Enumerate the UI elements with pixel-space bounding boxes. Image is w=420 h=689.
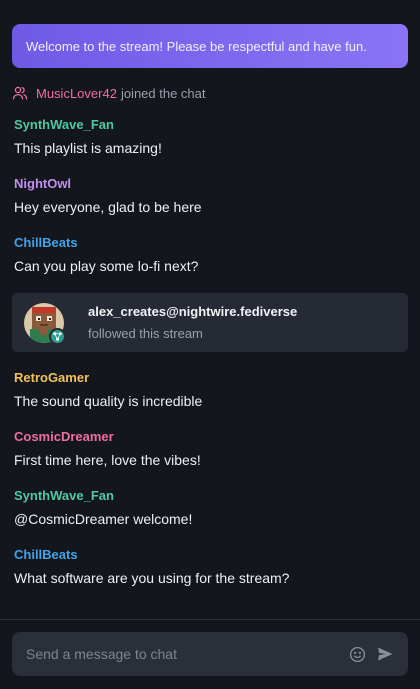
chat-message: ChillBeats What software are you using f… bbox=[12, 547, 408, 587]
chat-message-input[interactable] bbox=[26, 646, 340, 662]
composer-divider bbox=[0, 619, 420, 620]
chat-message: SynthWave_Fan This playlist is amazing! bbox=[12, 117, 408, 157]
message-username[interactable]: ChillBeats bbox=[14, 235, 408, 251]
message-text: Hey everyone, glad to be here bbox=[14, 199, 202, 215]
message-text: What software are you using for the stre… bbox=[14, 570, 290, 586]
message-text: Can you play some lo-fi next? bbox=[14, 258, 199, 274]
message-text: This playlist is amazing! bbox=[14, 140, 162, 156]
follow-notice: alex_creates@nightwire.fediverse followe… bbox=[12, 293, 408, 352]
chat-message: RetroGamer The sound quality is incredib… bbox=[12, 370, 408, 410]
join-action: joined the chat bbox=[120, 85, 206, 101]
message-username[interactable]: SynthWave_Fan bbox=[14, 117, 408, 133]
message-username[interactable]: ChillBeats bbox=[14, 547, 408, 563]
avatar[interactable] bbox=[24, 302, 66, 345]
smile-icon[interactable] bbox=[348, 645, 366, 663]
chat-message: NightOwl Hey everyone, glad to be here bbox=[12, 176, 408, 216]
join-username[interactable]: MusicLover42 bbox=[36, 86, 117, 101]
message-username[interactable]: SynthWave_Fan bbox=[14, 488, 408, 504]
message-text: @CosmicDreamer welcome! bbox=[14, 511, 193, 527]
users-icon bbox=[12, 85, 28, 101]
fediverse-icon bbox=[49, 327, 66, 345]
follow-action: followed this stream bbox=[88, 326, 203, 341]
message-username[interactable]: CosmicDreamer bbox=[14, 429, 408, 445]
message-text: The sound quality is incredible bbox=[14, 393, 203, 409]
message-text: First time here, love the vibes! bbox=[14, 452, 201, 468]
chat-message: ChillBeats Can you play some lo-fi next? bbox=[12, 235, 408, 275]
message-composer bbox=[12, 632, 408, 676]
join-notice: MusicLover42 joined the chat bbox=[12, 83, 408, 103]
send-icon[interactable] bbox=[376, 645, 394, 663]
message-username[interactable]: NightOwl bbox=[14, 176, 408, 192]
follow-details: alex_creates@nightwire.fediverse followe… bbox=[88, 304, 297, 341]
welcome-banner-text: Welcome to the stream! Please be respect… bbox=[26, 38, 367, 54]
chat-message: SynthWave_Fan @CosmicDreamer welcome! bbox=[12, 488, 408, 528]
message-username[interactable]: RetroGamer bbox=[14, 370, 408, 386]
chat-panel: Welcome to the stream! Please be respect… bbox=[0, 0, 420, 620]
follower-username[interactable]: alex_creates@nightwire.fediverse bbox=[88, 304, 297, 319]
welcome-banner: Welcome to the stream! Please be respect… bbox=[12, 24, 408, 68]
chat-message: CosmicDreamer First time here, love the … bbox=[12, 429, 408, 469]
